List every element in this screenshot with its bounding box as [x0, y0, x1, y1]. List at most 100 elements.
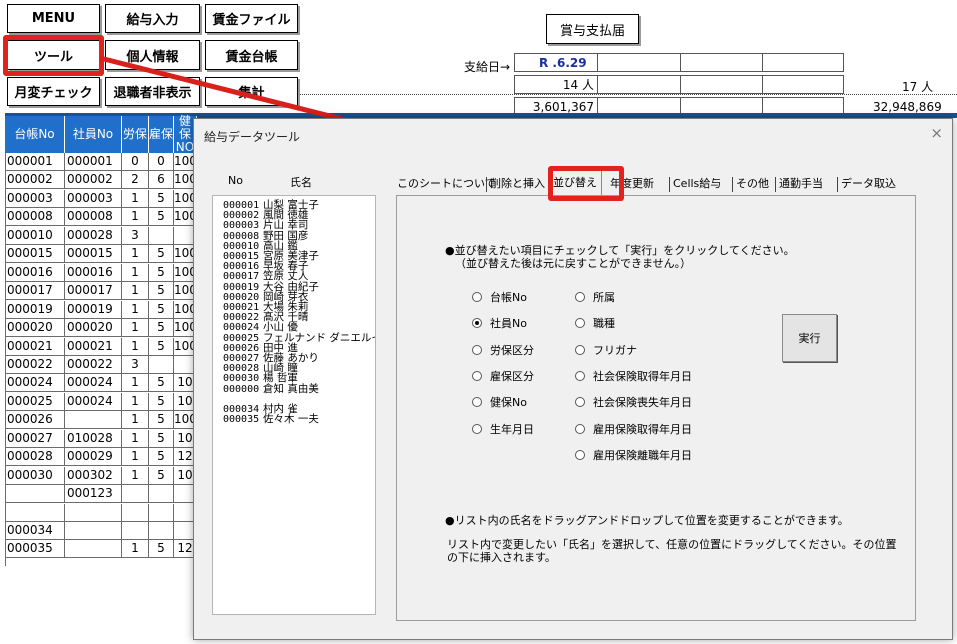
- table-cell[interactable]: 000302: [65, 466, 122, 485]
- sort-option-radio[interactable]: 雇保区分: [472, 368, 534, 384]
- table-cell[interactable]: 000029: [65, 448, 122, 467]
- tab-data-import[interactable]: データ取込: [841, 173, 896, 195]
- table-cell[interactable]: 5: [149, 411, 174, 430]
- table-cell[interactable]: [65, 522, 122, 540]
- shukei-button[interactable]: 集計: [205, 77, 298, 106]
- table-cell[interactable]: [65, 411, 122, 430]
- table-cell[interactable]: 3: [122, 226, 149, 245]
- table-cell[interactable]: 1: [122, 540, 149, 559]
- table-cell[interactable]: 000021: [65, 337, 122, 356]
- close-icon[interactable]: ×: [930, 124, 943, 142]
- table-cell[interactable]: 5: [149, 337, 174, 356]
- table-cell[interactable]: 000016: [65, 263, 122, 282]
- table-cell[interactable]: 5: [149, 263, 174, 282]
- table-cell[interactable]: 000034: [5, 522, 65, 540]
- table-cell[interactable]: 000002: [65, 171, 122, 190]
- table-cell[interactable]: 5: [149, 282, 174, 301]
- employee-listbox[interactable]: 000001 山梨 富士子 000002 風間 徳雄 000003 片山 幸司 000008…: [212, 195, 376, 615]
- table-cell[interactable]: 010028: [65, 429, 122, 448]
- table-cell[interactable]: [149, 522, 174, 540]
- table-cell[interactable]: 000026: [5, 411, 65, 430]
- table-cell[interactable]: 0: [122, 153, 149, 171]
- list-item[interactable]: 000035 佐々木 一夫: [223, 414, 373, 426]
- table-cell[interactable]: 2: [122, 171, 149, 190]
- table-cell[interactable]: [149, 503, 174, 522]
- table-cell[interactable]: 000020: [5, 319, 65, 338]
- radio-circle-icon[interactable]: [472, 423, 482, 434]
- col-header-daicho[interactable]: 台帳No: [5, 116, 65, 153]
- table-cell[interactable]: [122, 485, 149, 504]
- sort-option-radio[interactable]: 職種: [575, 315, 615, 331]
- table-cell[interactable]: [122, 522, 149, 540]
- table-cell[interactable]: 000024: [5, 374, 65, 393]
- radio-circle-icon[interactable]: [472, 292, 482, 302]
- table-cell[interactable]: [5, 503, 65, 522]
- table-cell[interactable]: 0: [149, 153, 174, 171]
- table-cell[interactable]: 000015: [5, 245, 65, 264]
- table-cell[interactable]: 000015: [65, 245, 122, 264]
- table-cell[interactable]: [149, 355, 174, 374]
- sort-option-radio[interactable]: 社会保険喪失年月日: [575, 394, 692, 410]
- table-cell[interactable]: 000020: [65, 319, 122, 338]
- table-cell[interactable]: 5: [149, 208, 174, 227]
- col-header-rouho[interactable]: 労保: [122, 116, 149, 153]
- col-header-koho[interactable]: 雇保: [149, 116, 174, 153]
- list-item[interactable]: 000000 倉知 真由美: [223, 383, 373, 395]
- table-cell[interactable]: 000003: [5, 189, 65, 208]
- kojin-joho-button[interactable]: 個人情報: [105, 40, 200, 70]
- radio-circle-icon[interactable]: [472, 344, 482, 355]
- table-cell[interactable]: 000017: [65, 282, 122, 301]
- table-cell[interactable]: 000021: [5, 337, 65, 356]
- table-cell[interactable]: 5: [149, 466, 174, 485]
- radio-circle-icon[interactable]: [575, 449, 585, 460]
- table-cell[interactable]: 1: [122, 189, 149, 208]
- table-cell[interactable]: 000008: [5, 208, 65, 227]
- table-cell[interactable]: 000001: [5, 153, 65, 171]
- table-cell[interactable]: 5: [149, 245, 174, 264]
- table-cell[interactable]: 000024: [65, 374, 122, 393]
- table-cell[interactable]: 000003: [65, 189, 122, 208]
- execute-button[interactable]: 実行: [782, 314, 837, 362]
- table-cell[interactable]: 000035: [5, 540, 65, 559]
- radio-circle-icon[interactable]: [575, 397, 585, 408]
- table-cell[interactable]: [122, 503, 149, 522]
- table-cell[interactable]: 000030: [5, 466, 65, 485]
- table-cell[interactable]: 000123: [65, 485, 122, 504]
- table-cell[interactable]: 1: [122, 448, 149, 467]
- table-cell[interactable]: 000027: [5, 429, 65, 448]
- sort-option-radio[interactable]: 生年月日: [472, 421, 534, 437]
- sort-option-radio[interactable]: 社員No: [472, 315, 527, 331]
- col-header-shain[interactable]: 社員No: [65, 116, 122, 153]
- table-cell[interactable]: [149, 485, 174, 504]
- sort-option-radio[interactable]: 労保区分: [472, 342, 534, 358]
- table-cell[interactable]: 5: [149, 448, 174, 467]
- sort-option-radio[interactable]: 所属: [575, 289, 615, 305]
- table-cell[interactable]: 3: [122, 355, 149, 374]
- table-cell[interactable]: 1: [122, 466, 149, 485]
- table-cell[interactable]: [5, 485, 65, 504]
- table-cell[interactable]: 000016: [5, 263, 65, 282]
- table-cell[interactable]: 1: [122, 263, 149, 282]
- table-cell[interactable]: 000019: [5, 300, 65, 319]
- table-cell[interactable]: 000025: [5, 392, 65, 411]
- bonus-button[interactable]: 賞与支払届: [546, 14, 639, 44]
- table-cell[interactable]: 5: [149, 189, 174, 208]
- table-cell[interactable]: 6: [149, 171, 174, 190]
- getsuhen-check-button[interactable]: 月変チェック: [7, 77, 100, 106]
- table-cell[interactable]: 1: [122, 245, 149, 264]
- table-cell[interactable]: 1: [122, 300, 149, 319]
- sort-option-radio[interactable]: 雇用保険取得年月日: [575, 421, 692, 437]
- table-cell[interactable]: 1: [122, 208, 149, 227]
- chingin-file-button[interactable]: 賃金ファイル: [205, 4, 298, 33]
- menu-button[interactable]: MENU: [7, 4, 100, 33]
- table-cell[interactable]: 000002: [5, 171, 65, 190]
- table-cell[interactable]: [65, 540, 122, 559]
- sort-option-radio[interactable]: 社会保険取得年月日: [575, 368, 692, 384]
- table-cell[interactable]: 000008: [65, 208, 122, 227]
- pay-date-value[interactable]: R .6.29: [514, 53, 598, 72]
- radio-circle-icon[interactable]: [575, 318, 585, 329]
- radio-circle-icon[interactable]: [472, 318, 482, 329]
- radio-circle-icon[interactable]: [575, 423, 585, 434]
- table-cell[interactable]: [149, 226, 174, 245]
- radio-circle-icon[interactable]: [472, 397, 482, 408]
